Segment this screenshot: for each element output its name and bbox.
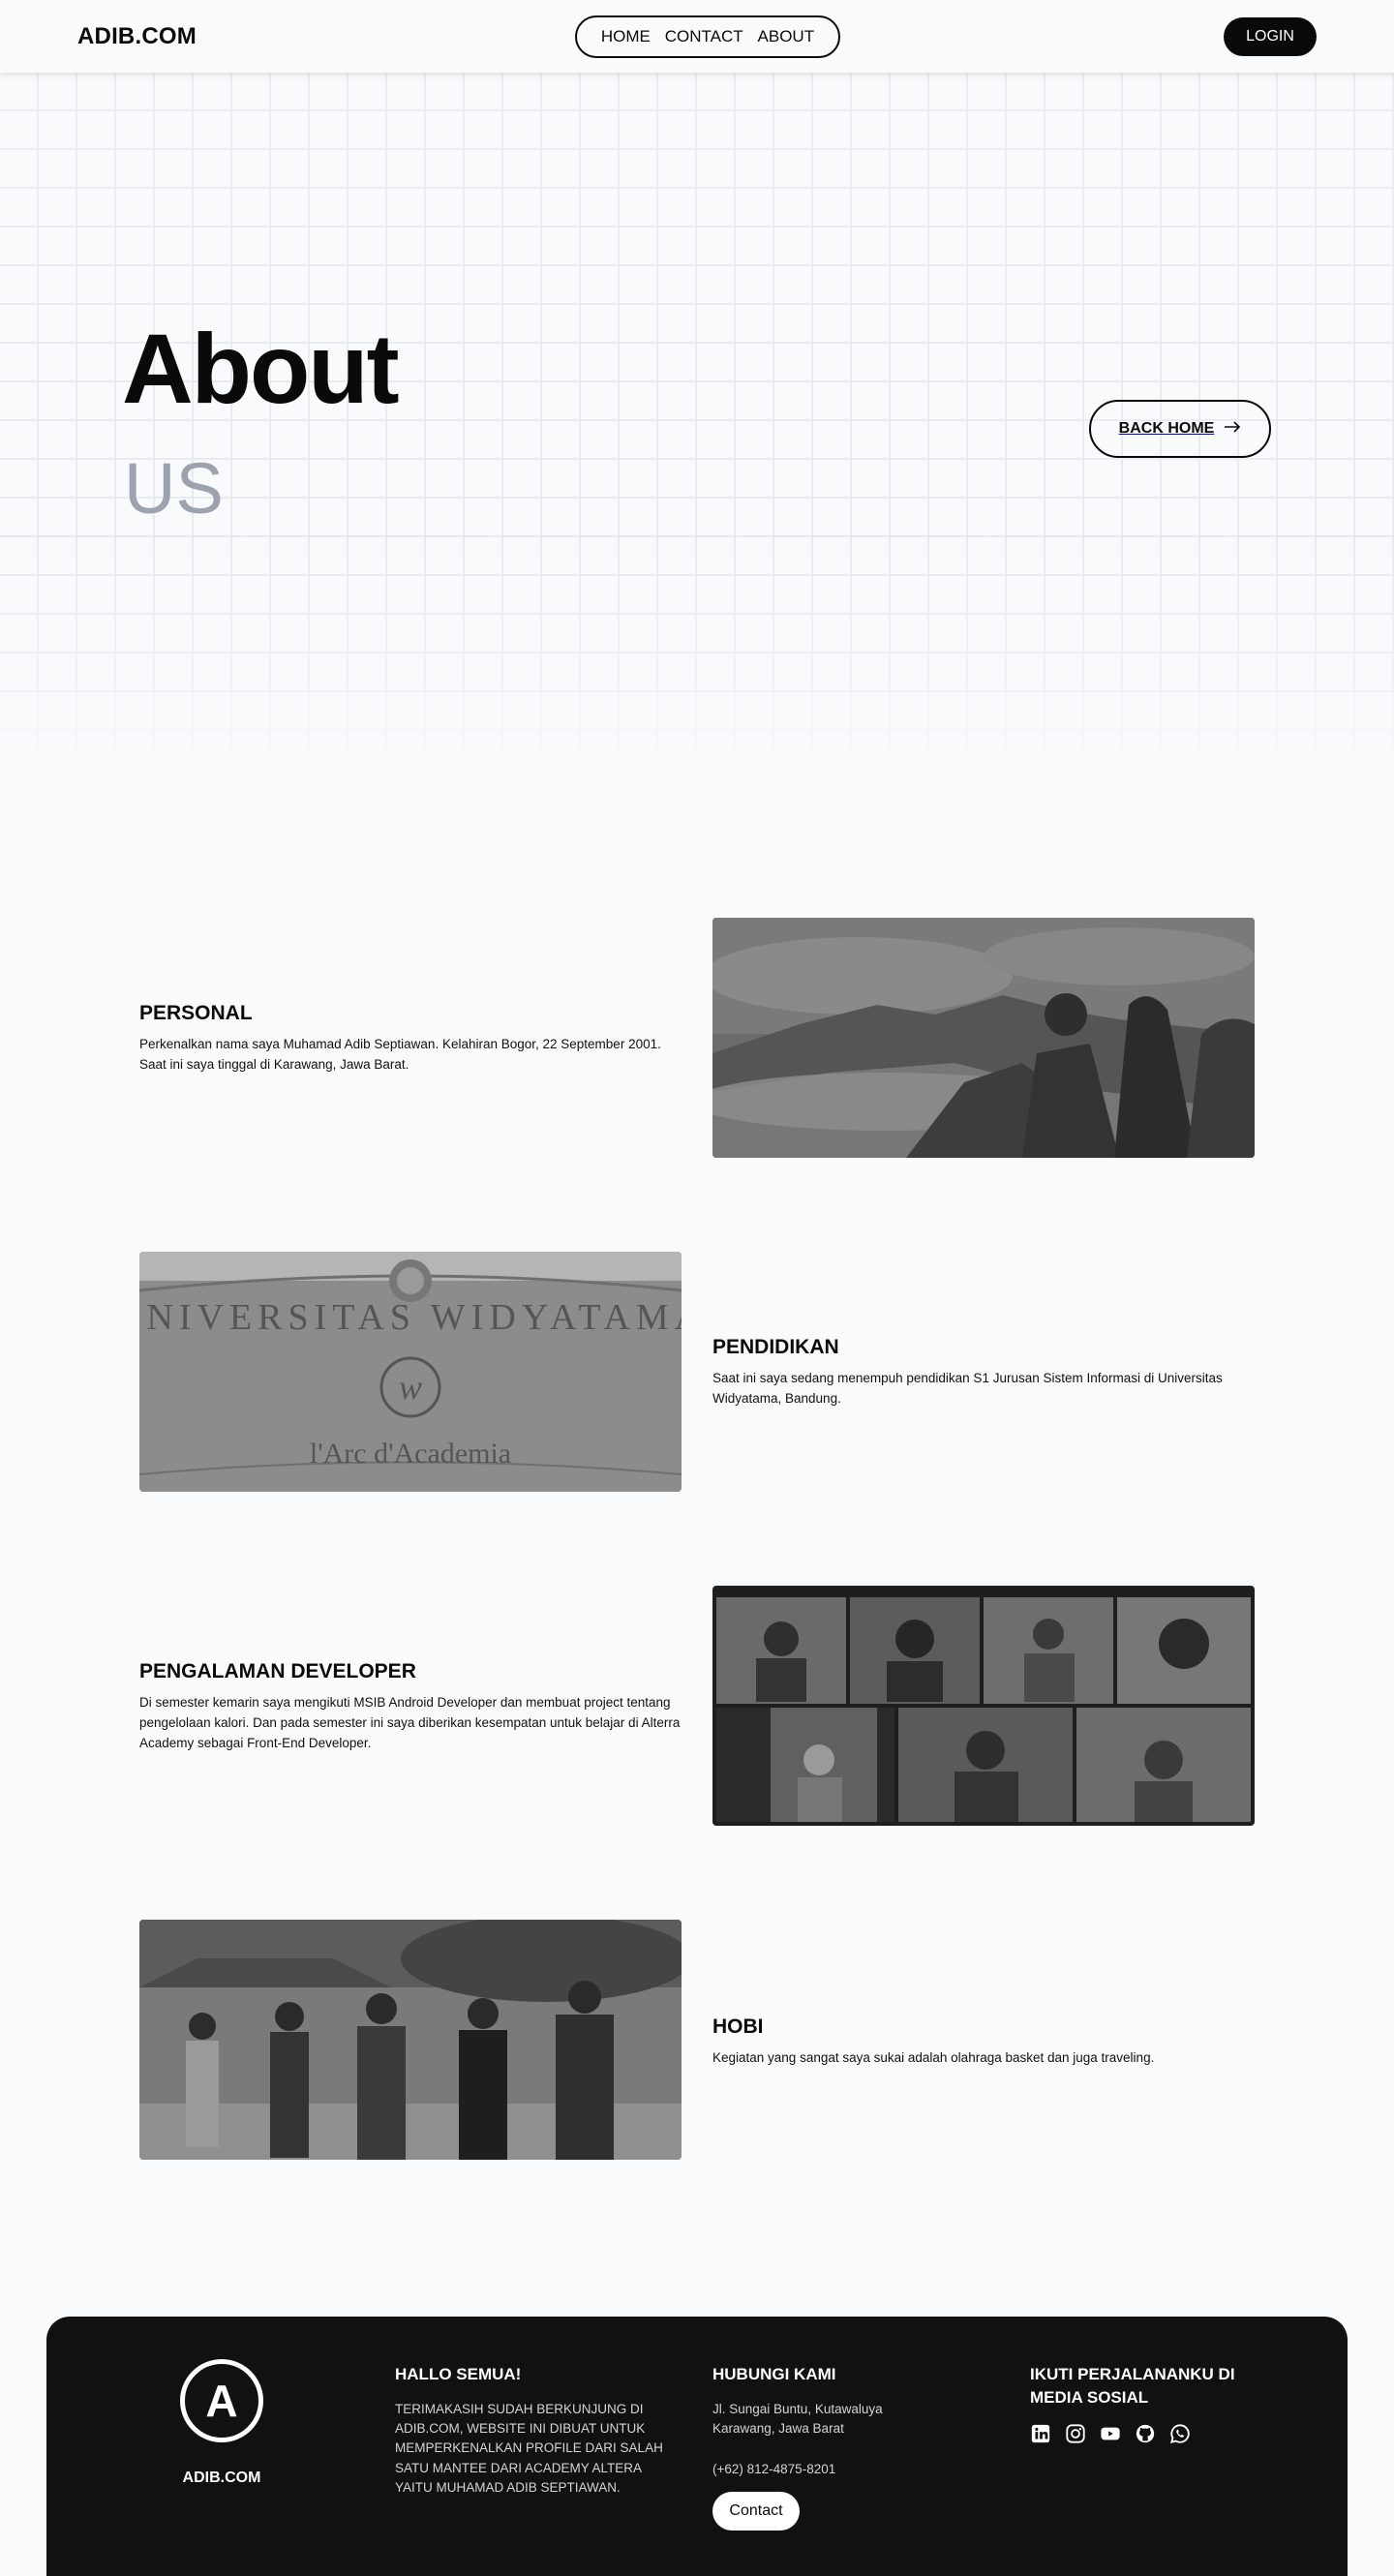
photo-university: UNIVERSITAS WIDYATAMA w l'Arc d'Academia	[139, 1252, 682, 1492]
section-title: PERSONAL	[139, 1002, 253, 1024]
section-text: Di semester kemarin saya mengikuti MSIB …	[139, 1695, 681, 1750]
footer-contact: HUBUNGI KAMI Jl. Sungai Buntu, Kutawaluy…	[712, 2363, 916, 2531]
social-links	[1030, 2423, 1282, 2444]
svg-text:w: w	[399, 1368, 422, 1407]
whatsapp-icon[interactable]	[1169, 2423, 1191, 2444]
section-text: Saat ini saya sedang menempuh pendidikan…	[712, 1371, 1223, 1406]
login-button[interactable]: LOGIN	[1224, 17, 1317, 56]
footer-brand: ADIB.COM	[182, 2470, 261, 2486]
footer-phone: (+62) 812-4875-8201	[712, 2462, 836, 2477]
brand-logo[interactable]: ADIB.COM	[77, 23, 197, 50]
footer-address: Jl. Sungai Buntu, Kutawaluya Karawang, J…	[712, 2401, 883, 2437]
nav-menu: HOME CONTACT ABOUT	[575, 15, 840, 58]
footer: A ADIB.COM HALLO SEMUA! TERIMAKASIH SUDA…	[46, 2317, 1348, 2576]
section-title: PENGALAMAN DEVELOPER	[139, 1660, 416, 1682]
section-text: Kegiatan yang sangat saya sukai adalah o…	[712, 2050, 1155, 2065]
nav-link-contact[interactable]: CONTACT	[665, 27, 743, 46]
photo-video-call	[712, 1586, 1255, 1826]
section-pengalaman: PENGALAMAN DEVELOPER Di semester kemarin…	[139, 1660, 682, 1754]
photo-friends	[139, 1920, 682, 2160]
section-personal: PERSONAL Perkenalkan nama saya Muhamad A…	[139, 1002, 682, 1076]
section-title: HOBI	[712, 2015, 764, 2038]
footer-logo: A	[180, 2359, 263, 2442]
arrow-right-icon	[1224, 420, 1241, 438]
github-icon[interactable]	[1135, 2423, 1156, 2444]
instagram-icon[interactable]	[1065, 2423, 1086, 2444]
nav-link-home[interactable]: HOME	[601, 27, 651, 46]
footer-social: IKUTI PERJALANANKU DI MEDIA SOSIAL	[1030, 2363, 1282, 2444]
footer-social-title: IKUTI PERJALANANKU DI MEDIA SOSIAL	[1030, 2365, 1235, 2407]
footer-greeting: HALLO SEMUA! TERIMAKASIH SUDAH BERKUNJUN…	[395, 2363, 676, 2498]
youtube-icon[interactable]	[1100, 2423, 1121, 2444]
footer-contact-title: HUBUNGI KAMI	[712, 2365, 836, 2383]
nav-link-about[interactable]: ABOUT	[758, 27, 815, 46]
photo-mountain	[712, 918, 1255, 1158]
contact-button[interactable]: Contact	[712, 2491, 800, 2531]
section-hobi: HOBI Kegiatan yang sangat saya sukai ada…	[712, 2015, 1255, 2069]
linkedin-icon[interactable]	[1030, 2423, 1051, 2444]
page-title: About	[122, 314, 400, 424]
page-subtitle: US	[124, 448, 224, 529]
section-title: PENDIDIKAN	[712, 1336, 839, 1358]
navbar: ADIB.COM HOME CONTACT ABOUT LOGIN	[0, 0, 1394, 73]
section-pendidikan: PENDIDIKAN Saat ini saya sedang menempuh…	[712, 1336, 1255, 1409]
footer-greeting-text: TERIMAKASIH SUDAH BERKUNJUNG DI ADIB.COM…	[395, 2401, 663, 2495]
photo-text-motto: l'Arc d'Academia	[310, 1438, 511, 1470]
photo-text-university: UNIVERSITAS WIDYATAMA	[139, 1297, 682, 1338]
back-home-label: BACK HOME	[1118, 420, 1215, 437]
section-text: Perkenalkan nama saya Muhamad Adib Septi…	[139, 1037, 661, 1072]
footer-greeting-title: HALLO SEMUA!	[395, 2365, 522, 2383]
back-home-button[interactable]: BACK HOME	[1089, 400, 1271, 458]
